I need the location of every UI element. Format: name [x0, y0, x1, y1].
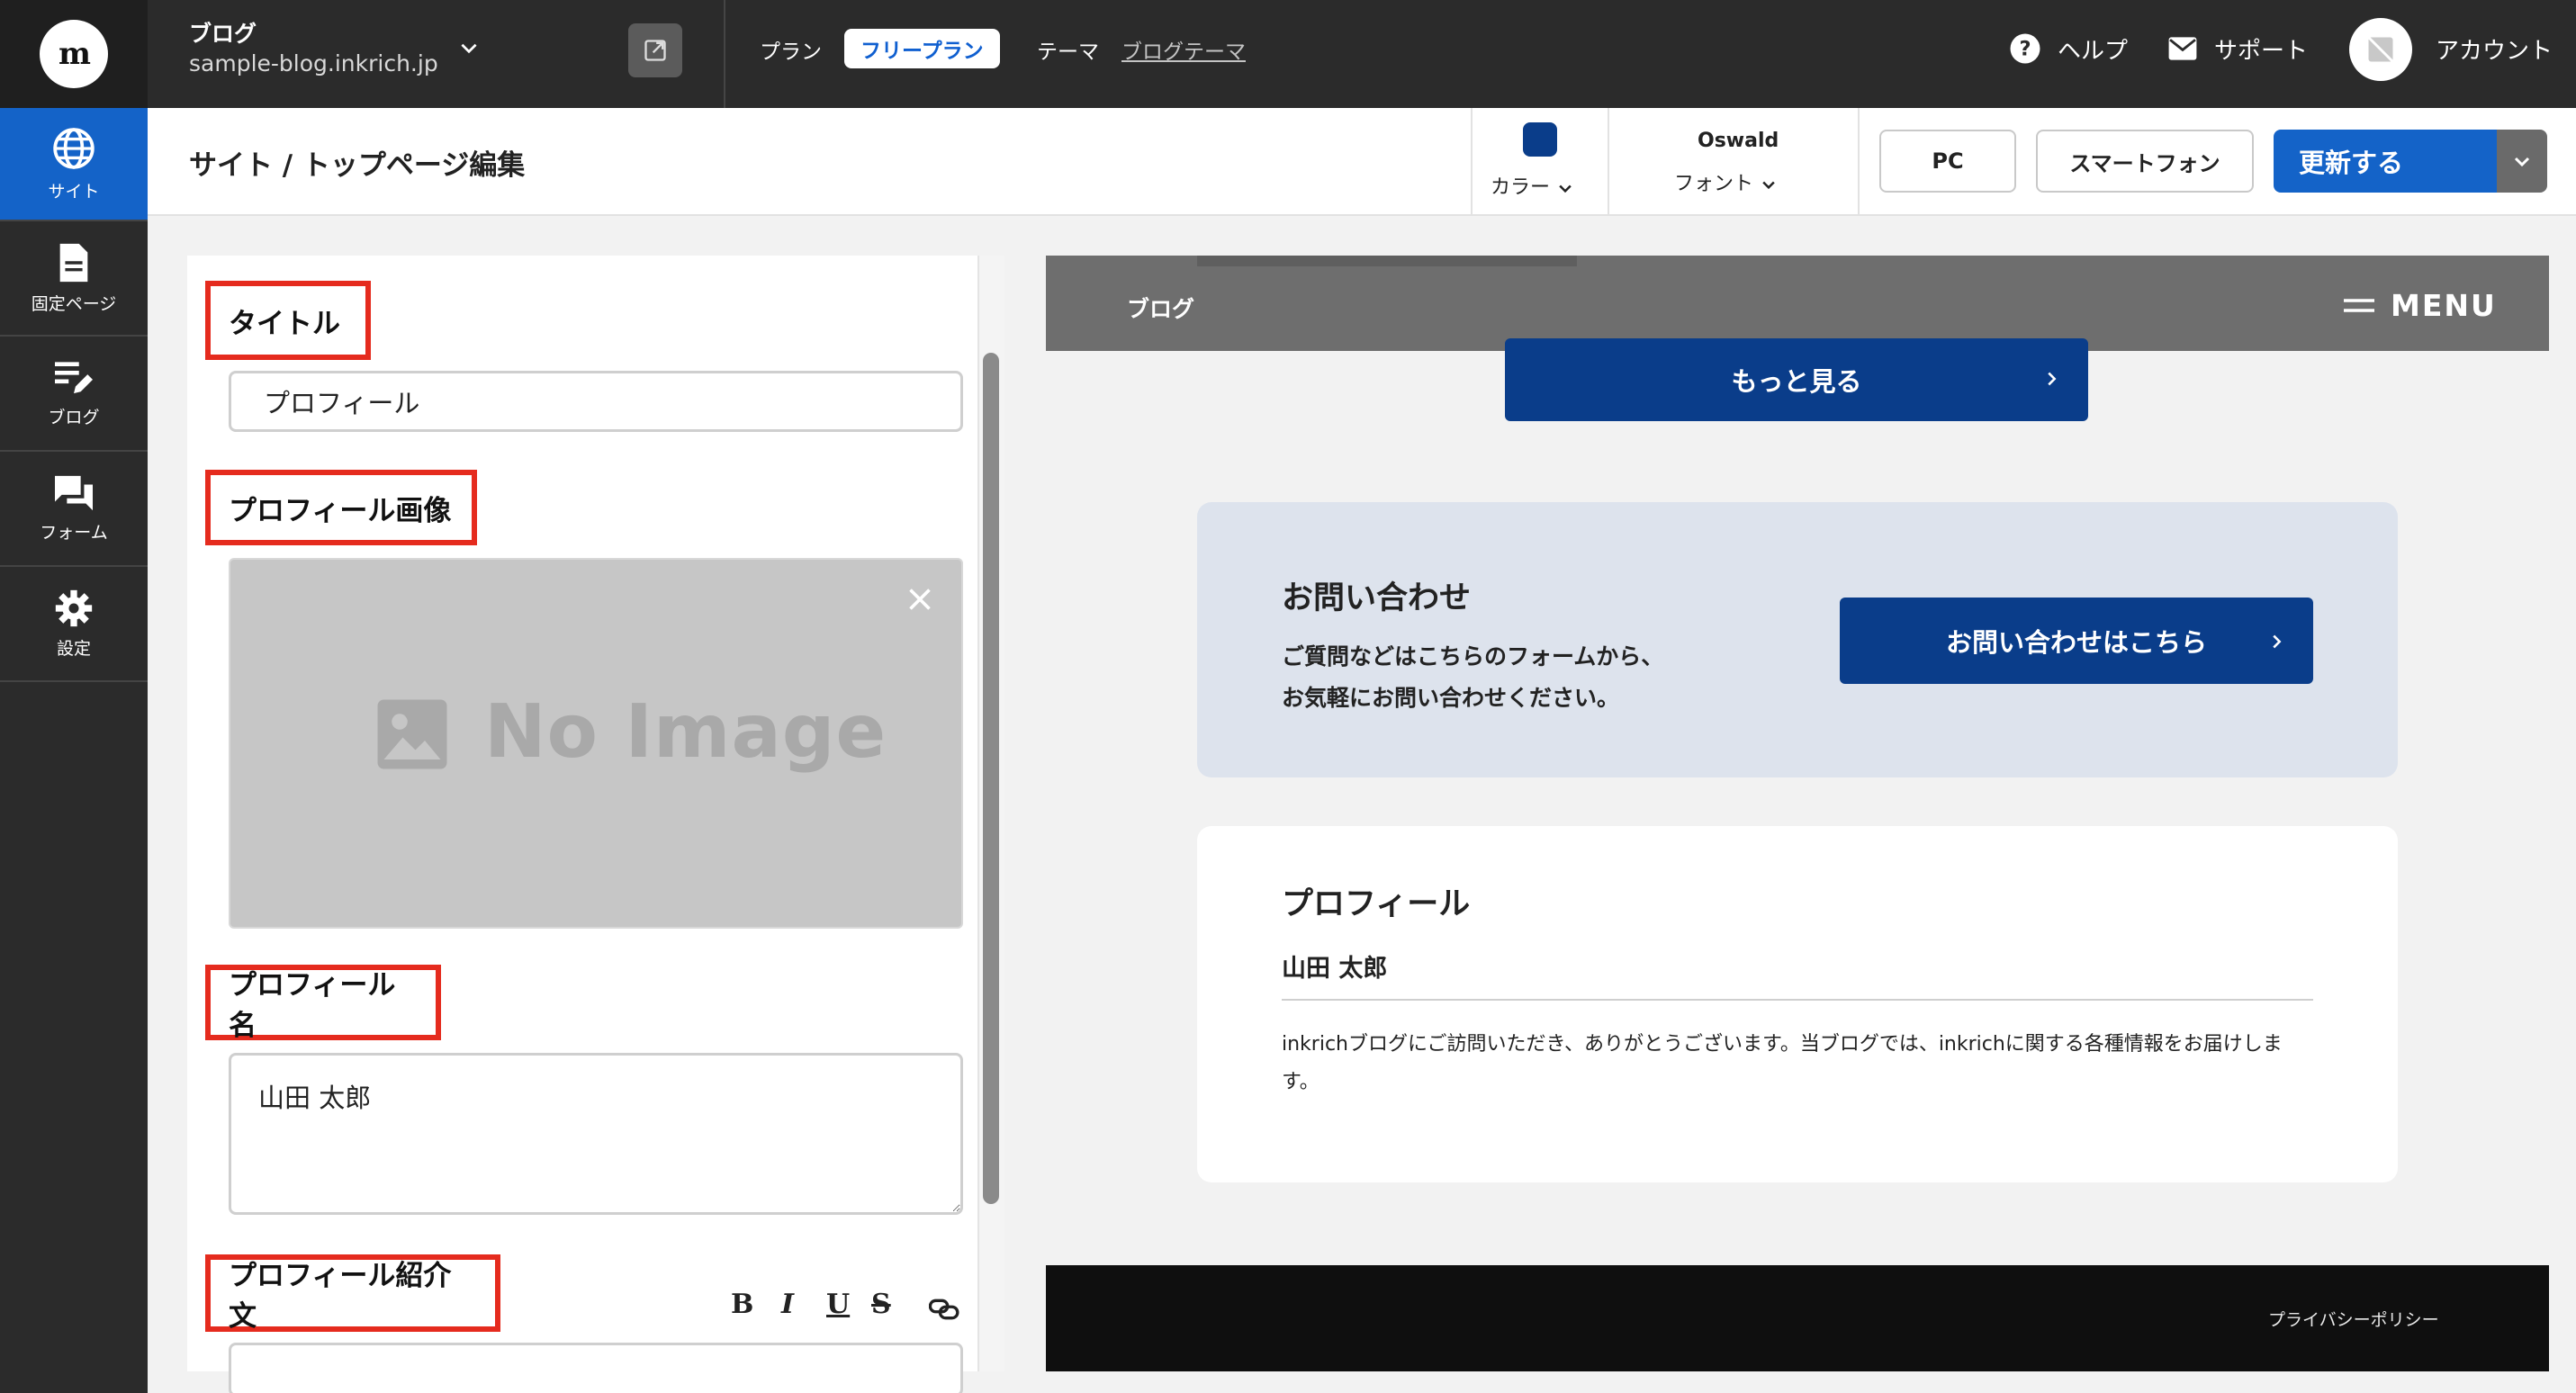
color-dropdown-label: カラー	[1491, 176, 1551, 199]
chat-icon	[55, 475, 93, 510]
more-button-label: もっと見る	[1731, 366, 1862, 397]
profile-intro-label: プロフィール紹介文	[205, 1254, 500, 1333]
toolbar-divider	[1858, 108, 1860, 214]
link-icon[interactable]	[929, 1296, 961, 1323]
theme-link[interactable]: ブログテーマ	[1121, 34, 1246, 65]
contact-description: ご質問などはこちらのフォームから、	[1282, 643, 1664, 670]
color-swatch[interactable]	[1523, 122, 1557, 157]
contact-button-label: お問い合わせはこちら	[1945, 627, 2207, 658]
sidebar-item-label: 設定	[56, 638, 91, 659]
update-button[interactable]: 更新する	[2274, 130, 2497, 193]
sidebar-item-blog[interactable]: ブログ	[0, 337, 148, 452]
update-options-button[interactable]	[2497, 130, 2547, 193]
site-domain: sample-blog.inkrich.jp	[189, 50, 438, 76]
sidebar-item-label: フォーム	[40, 522, 108, 543]
sidebar-item-label: ブログ	[48, 407, 100, 427]
toolbar-divider	[1608, 108, 1609, 214]
font-dropdown-label: フォント	[1674, 173, 1754, 195]
gear-icon	[55, 589, 93, 626]
pc-view-button[interactable]: PC	[1879, 130, 2016, 193]
font-name: Oswald	[1698, 130, 1779, 152]
profile-title: プロフィール	[1282, 886, 1471, 922]
no-image-text: No Image	[484, 689, 887, 775]
no-image-avatar-icon	[2365, 34, 2396, 65]
sidebar-item-label: サイト	[48, 181, 100, 202]
plan-badge[interactable]: フリープラン	[844, 29, 1000, 68]
contact-description: お気軽にお問い合わせください。	[1282, 685, 1620, 711]
profile-name-input[interactable]: 山田 太郎	[229, 1053, 963, 1215]
sidebar-item-form[interactable]: フォーム	[0, 452, 148, 567]
preview-header	[1046, 256, 2549, 351]
privacy-policy-link[interactable]: プライバシーポリシー	[2268, 1307, 2439, 1331]
preview-menu-button[interactable]: MENU	[2391, 288, 2497, 323]
image-placeholder-icon	[374, 696, 450, 772]
chevron-down-icon	[2514, 157, 2530, 167]
plan-label: プラン	[760, 40, 822, 64]
profile-image-label: プロフィール画像	[205, 470, 477, 545]
breadcrumb: サイト / トップページ編集	[189, 149, 526, 182]
contact-button[interactable]: お問い合わせはこちら	[1840, 598, 2313, 684]
svg-text:?: ?	[2019, 38, 2031, 61]
sidebar-item-settings[interactable]: 設定	[0, 567, 148, 682]
help-icon[interactable]: ?	[2009, 32, 2041, 65]
profile-text: inkrichブログにご訪問いただき、ありがとうございます。当ブログでは、ink…	[1282, 1033, 2283, 1093]
profile-name-label: プロフィール名	[205, 965, 441, 1042]
sidebar-item-site[interactable]: サイト	[0, 108, 148, 221]
site-preview	[1046, 256, 2549, 1371]
hamburger-icon[interactable]	[2342, 295, 2376, 317]
chevron-right-icon	[2041, 367, 2061, 391]
open-site-button[interactable]	[628, 23, 682, 77]
chevron-down-icon	[1762, 181, 1775, 190]
profile-name: 山田 太郎	[1282, 955, 1388, 983]
color-dropdown[interactable]: カラー	[1491, 171, 1574, 200]
profile-intro-editor[interactable]	[229, 1343, 963, 1393]
italic-button[interactable]: I	[781, 1289, 794, 1320]
external-link-icon	[644, 40, 666, 61]
title-field-label: タイトル	[205, 281, 371, 360]
account-link[interactable]: アカウント	[2436, 32, 2553, 66]
mail-icon[interactable]	[2167, 36, 2198, 61]
app-logo[interactable]: m	[40, 20, 108, 88]
chevron-down-icon[interactable]	[457, 36, 481, 59]
avatar[interactable]	[2349, 18, 2412, 81]
site-name: ブログ	[189, 21, 257, 47]
document-icon	[59, 243, 88, 282]
bold-button[interactable]: B	[731, 1289, 753, 1320]
underline-button[interactable]: U	[826, 1289, 850, 1320]
editor-scrollbar-thumb[interactable]	[983, 353, 999, 1204]
smartphone-view-button[interactable]: スマートフォン	[2036, 130, 2254, 193]
close-icon[interactable]	[904, 583, 936, 616]
topbar-divider	[724, 0, 725, 108]
title-input[interactable]	[229, 371, 963, 432]
strikethrough-button[interactable]: S	[871, 1289, 891, 1320]
toolbar-divider	[1471, 108, 1473, 214]
globe-icon	[53, 127, 95, 169]
sidebar-item-fixed-page[interactable]: 固定ページ	[0, 221, 148, 337]
profile-divider	[1282, 999, 2313, 1001]
more-button[interactable]: もっと見る	[1505, 338, 2088, 421]
preview-site-title[interactable]: ブログ	[1127, 292, 1194, 324]
help-link[interactable]: ヘルプ	[2058, 32, 2128, 66]
contact-title: お問い合わせ	[1282, 580, 1472, 616]
chevron-right-icon	[2266, 630, 2286, 653]
sidebar-item-label: 固定ページ	[31, 293, 117, 314]
chevron-down-icon	[1559, 184, 1572, 193]
support-link[interactable]: サポート	[2214, 32, 2308, 66]
edit-list-icon	[55, 361, 93, 393]
preview-header-tab	[1197, 256, 1577, 266]
theme-label: テーマ	[1037, 40, 1099, 64]
font-dropdown[interactable]: フォント	[1674, 167, 1778, 196]
